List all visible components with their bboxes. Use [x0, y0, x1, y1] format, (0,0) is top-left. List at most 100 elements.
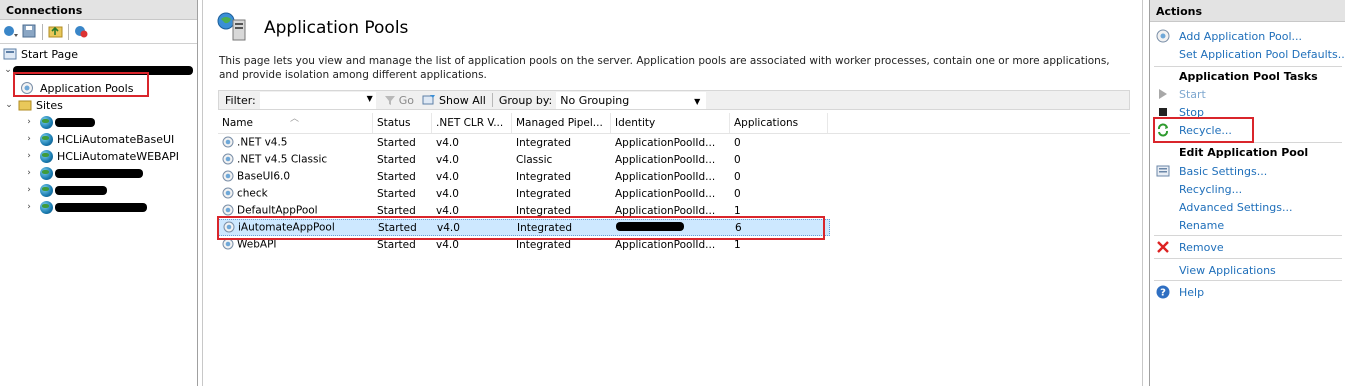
action-label: View Applications — [1179, 263, 1276, 277]
group-by-select[interactable]: No Grouping ▼ — [556, 91, 707, 109]
tree-item-start-page[interactable]: Start Page — [3, 46, 78, 62]
advanced-settings-link[interactable]: Advanced Settings... — [1179, 199, 1292, 215]
expand-arrow-icon[interactable]: › — [24, 151, 34, 161]
cell-pipeline: Classic — [516, 153, 553, 166]
tree-item-label: Start Page — [21, 47, 78, 61]
settings-icon — [1156, 164, 1170, 178]
cell-status: Started — [377, 204, 416, 217]
remove-link[interactable]: Remove — [1156, 239, 1224, 255]
connect-icon[interactable] — [2, 23, 19, 40]
cell-name: iAutomateAppPool — [238, 221, 335, 234]
cell-applications: 1 — [734, 204, 741, 217]
app-pool-icon — [222, 170, 235, 183]
collapse-arrow-icon[interactable]: ⌄ — [3, 65, 13, 75]
divider — [1154, 142, 1342, 143]
table-row[interactable]: check Started v4.0 Integrated Applicatio… — [218, 185, 1130, 202]
cell-name: BaseUI6.0 — [237, 170, 291, 183]
app-pool-icon — [222, 204, 235, 217]
tree-item-site[interactable]: › HCLiAutomateBaseUI — [24, 131, 174, 147]
up-level-icon[interactable] — [47, 23, 64, 40]
cell-status: Started — [377, 187, 416, 200]
table-row[interactable]: BaseUI6.0 Started v4.0 Integrated Applic… — [218, 168, 1130, 185]
column-header-applications[interactable]: Applications — [730, 113, 828, 133]
cell-clr-version: v4.0 — [436, 170, 459, 183]
disconnect-icon[interactable] — [73, 23, 90, 40]
column-header-managed-pipeline[interactable]: Managed Pipel... — [512, 113, 611, 133]
view-applications-link[interactable]: View Applications — [1179, 262, 1276, 278]
go-button[interactable]: Go — [384, 94, 414, 107]
table-row[interactable]: DefaultAppPool Started v4.0 Integrated A… — [218, 202, 1130, 219]
cell-clr-version: v4.0 — [437, 221, 460, 234]
action-label: Stop — [1179, 105, 1205, 119]
stop-icon — [1156, 105, 1170, 119]
group-by-value: No Grouping — [560, 93, 630, 107]
help-link[interactable]: ? Help — [1156, 284, 1204, 300]
filter-dropdown-icon[interactable]: ▼ — [367, 94, 373, 103]
stop-link[interactable]: Stop — [1156, 104, 1204, 120]
tree-item-sites[interactable]: ⌄ Sites — [4, 97, 63, 113]
filter-input[interactable]: ▼ — [259, 91, 376, 109]
tree-item-site[interactable]: › — [24, 199, 147, 215]
globe-icon — [40, 183, 53, 197]
start-link[interactable]: Start — [1156, 86, 1206, 102]
set-defaults-link[interactable]: Set Application Pool Defaults... — [1179, 46, 1345, 62]
tree-item-label: Sites — [36, 98, 63, 112]
globe-icon — [40, 132, 53, 146]
folder-icon — [18, 100, 32, 111]
cell-pipeline: Integrated — [516, 187, 571, 200]
divider — [1154, 235, 1342, 236]
redacted-server-name — [13, 65, 193, 75]
tree-item-server[interactable]: ⌄ — [3, 62, 193, 78]
funnel-icon — [384, 95, 395, 105]
cell-identity: ApplicationPoolId... — [615, 238, 716, 251]
recycling-link[interactable]: Recycling... — [1179, 181, 1242, 197]
show-all-label: Show All — [439, 93, 486, 107]
table-row[interactable]: WebAPI Started v4.0 Integrated Applicati… — [218, 236, 1130, 253]
expand-arrow-icon[interactable]: › — [24, 202, 34, 212]
expand-arrow-icon[interactable]: › — [24, 134, 34, 144]
tree-item-site[interactable]: › — [24, 165, 143, 181]
show-all-button[interactable]: Show All — [422, 94, 486, 107]
recycle-link[interactable]: Recycle... — [1156, 122, 1232, 138]
expand-arrow-icon[interactable]: › — [24, 168, 34, 178]
cell-clr-version: v4.0 — [436, 153, 459, 166]
tree-item-site[interactable]: › — [24, 182, 107, 198]
column-header-identity[interactable]: Identity — [611, 113, 730, 133]
tree-item-application-pools[interactable]: Application Pools — [20, 80, 133, 96]
basic-settings-link[interactable]: Basic Settings... — [1156, 163, 1267, 179]
divider — [1154, 258, 1342, 259]
tree-item-site[interactable]: › — [24, 114, 95, 130]
help-icon: ? — [1156, 285, 1170, 299]
remove-x-icon — [1156, 240, 1170, 254]
cell-pipeline: Integrated — [516, 204, 571, 217]
redacted-site-name — [55, 168, 143, 178]
actions-title: Actions — [1150, 0, 1345, 22]
app-pool-icon — [222, 238, 235, 251]
app-pool-icon — [223, 221, 236, 234]
expand-arrow-icon[interactable]: › — [24, 117, 34, 127]
cell-identity: ApplicationPoolId... — [615, 170, 716, 183]
collapse-arrow-icon[interactable]: ⌄ — [4, 100, 14, 110]
rename-link[interactable]: Rename — [1179, 217, 1224, 233]
action-label: Advanced Settings... — [1179, 200, 1293, 214]
action-label: Basic Settings... — [1179, 164, 1268, 178]
app-pool-icon — [222, 153, 235, 166]
go-label: Go — [398, 93, 415, 107]
save-icon[interactable] — [21, 23, 38, 40]
table-row-selected[interactable]: iAutomateAppPool Started v4.0 Integrated… — [218, 219, 830, 236]
add-application-pool-link[interactable]: Add Application Pool... — [1156, 28, 1302, 44]
cell-identity: ApplicationPoolId... — [615, 136, 716, 149]
app-pool-icon — [222, 136, 235, 149]
chevron-down-icon[interactable]: ▼ — [694, 94, 700, 109]
divider — [1154, 280, 1342, 281]
expand-arrow-icon[interactable]: › — [24, 185, 34, 195]
table-row[interactable]: .NET v4.5 Classic Started v4.0 Classic A… — [218, 151, 1130, 168]
tree-item-site[interactable]: › HCLiAutomateWEBAPI — [24, 148, 179, 164]
column-header-status[interactable]: Status — [373, 113, 432, 133]
cell-name: DefaultAppPool — [237, 204, 318, 217]
column-header-clr-version[interactable]: .NET CLR V... — [432, 113, 512, 133]
table-row[interactable]: .NET v4.5 Started v4.0 Integrated Applic… — [218, 134, 1130, 151]
action-label: Help — [1179, 285, 1205, 299]
cell-pipeline: Integrated — [517, 221, 572, 234]
connections-title: Connections — [0, 0, 197, 20]
